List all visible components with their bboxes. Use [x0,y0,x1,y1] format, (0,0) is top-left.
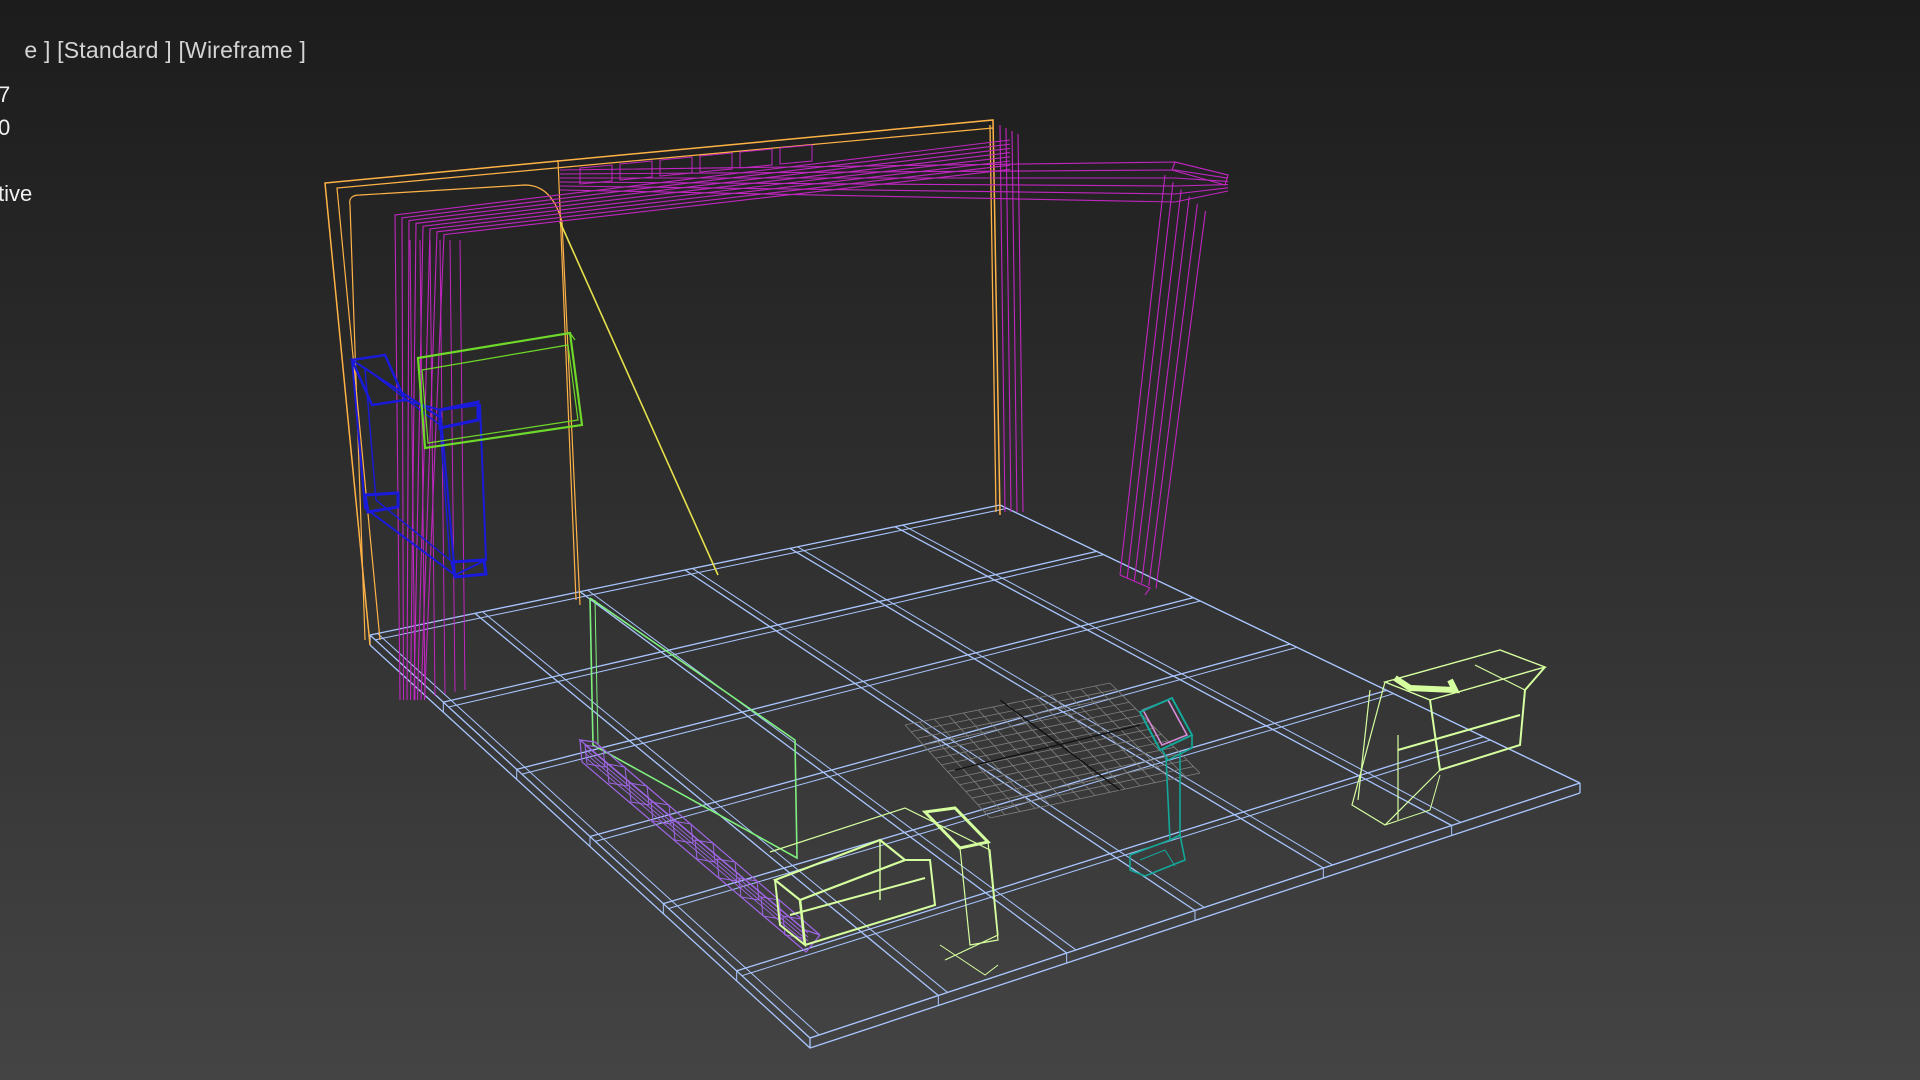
3d-viewport[interactable]: e ] [Standard ] [Wireframe ] 7 0 tive [0,0,1920,1080]
diagonal-line [560,222,718,575]
wall-post-layer [1000,125,1005,512]
wall-top-detail [740,149,772,168]
bench-top [580,740,820,935]
counter-right-face [960,842,998,945]
bench-line [585,753,808,941]
back-wall-arch-wireframe[interactable] [325,120,1228,700]
kiosk-post [1166,752,1180,840]
violet-bench-wireframe[interactable] [580,740,820,952]
blue-panel-block [365,493,398,512]
bench-slat [607,764,627,786]
right-counter-wireframe[interactable] [1352,650,1545,825]
bench-line [585,745,808,933]
wall-post-layer [1012,131,1017,512]
kiosk-screen-frame [1140,698,1192,750]
wall-top-detail [780,145,812,164]
blue-wall-panel-wireframe[interactable] [352,355,486,577]
right-counter-top [1385,650,1545,700]
wall-top-detail [580,165,612,184]
wall-frame-post [990,125,996,512]
wall-top-detail [700,153,732,172]
wall-frame-post [558,160,576,600]
floor-grid-line [903,525,1461,822]
glass-partition-outline [590,598,797,858]
wall-arch-top-layer [560,178,1228,181]
wall-arch-layer [402,144,1010,700]
wall-arch-layer [414,157,1010,700]
floor-edge [370,645,1580,1048]
glass-partition-wireframe[interactable] [590,598,797,858]
counter-top-right [925,808,988,848]
grid-patch-line [1066,692,1155,783]
kiosk-base [1130,835,1185,876]
right-counter-front [1430,667,1545,770]
right-counter-back [1475,665,1525,745]
wall-arch-top-layer [560,190,1228,202]
wall-post-layer [1018,134,1023,512]
counter-top-left [775,840,905,900]
right-counter-side [1352,682,1440,825]
wireframe-scene[interactable] [0,0,1920,1080]
wall-arch-layer [421,165,1010,700]
bench-line [585,749,808,937]
grid-patch-line [1037,698,1125,789]
wall-inner-panel-edge [350,185,580,640]
wall-left-layer [420,240,425,698]
diagonal-support-line[interactable] [560,222,718,575]
wall-top-detail [620,161,652,180]
wall-arch-layer [407,148,1010,700]
kiosk-base-detail [1140,850,1175,866]
grid-patch-axis [955,725,1140,770]
grid-patch-line [1022,701,1110,792]
floor-grid-line [790,548,1323,868]
floor-grid-line [1000,505,1580,783]
wall-post-layer [1006,128,1011,512]
right-counter-curve [1395,678,1455,690]
wall-arch-layer [411,153,1011,700]
counter-base [940,945,998,975]
grid-patch-wireframe [905,683,1200,818]
